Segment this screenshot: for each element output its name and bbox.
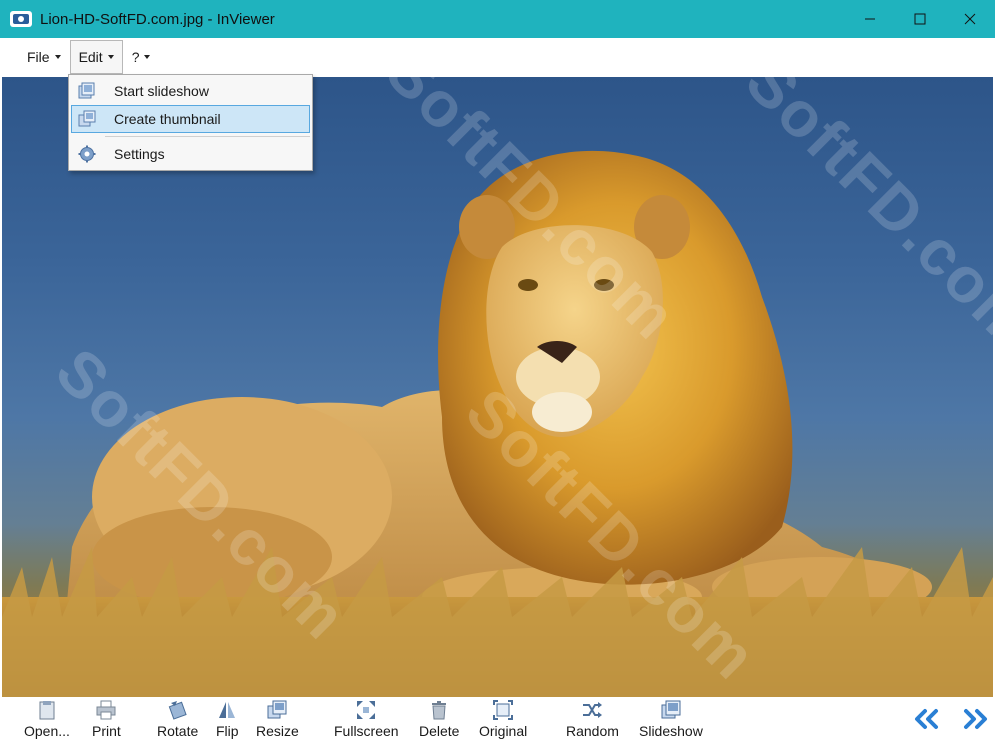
app-icon <box>10 11 32 27</box>
menu-edit[interactable]: Edit <box>69 40 123 74</box>
original-size-icon <box>493 700 514 720</box>
print-label: Print <box>92 723 121 739</box>
title-bar[interactable]: Lion-HD-SoftFD.com.jpg - InViewer <box>0 0 995 38</box>
shuffle-icon <box>583 702 603 718</box>
close-icon <box>964 13 976 25</box>
print-icon <box>96 700 116 720</box>
menu-edit-label: Edit <box>78 49 103 65</box>
delete-label: Delete <box>419 723 460 739</box>
trash-icon <box>432 701 447 720</box>
fullscreen-button[interactable]: Fullscreen <box>334 699 399 739</box>
menu-bar: File Edit ? <box>0 38 995 76</box>
next-icon <box>964 709 987 729</box>
edit-dropdown-menu: Start slideshow Create thumbnail Setting… <box>68 74 313 171</box>
menu-file-label: File <box>27 49 50 65</box>
random-label: Random <box>566 723 619 739</box>
menu-item-create-thumbnail[interactable]: Create thumbnail <box>71 105 310 133</box>
resize-icon <box>267 700 287 719</box>
fullscreen-label: Fullscreen <box>334 723 399 739</box>
resize-label: Resize <box>256 723 299 739</box>
slideshow-icon <box>661 700 681 719</box>
original-button[interactable]: Original <box>479 699 527 739</box>
window-controls <box>845 0 995 38</box>
rotate-button[interactable]: Rotate <box>157 699 198 739</box>
menu-separator <box>105 136 310 137</box>
menu-help[interactable]: ? <box>123 40 160 74</box>
chevron-down-icon <box>144 55 151 59</box>
menu-item-label: Settings <box>114 146 165 162</box>
next-image-button[interactable] <box>960 707 990 731</box>
flip-icon <box>219 702 236 718</box>
random-button[interactable]: Random <box>566 699 619 739</box>
menu-file[interactable]: File <box>18 40 70 74</box>
slideshow-button[interactable]: Slideshow <box>639 699 703 739</box>
rotate-icon <box>168 701 187 720</box>
menu-item-start-slideshow[interactable]: Start slideshow <box>71 77 310 105</box>
menu-help-label: ? <box>131 49 140 65</box>
open-button[interactable]: Open... <box>24 699 70 739</box>
previous-image-button[interactable] <box>912 707 942 731</box>
menu-item-label: Create thumbnail <box>114 111 221 127</box>
slideshow-icon <box>76 80 98 102</box>
thumbnail-icon <box>76 108 98 130</box>
original-label: Original <box>479 723 528 739</box>
slideshow-label: Slideshow <box>639 723 703 739</box>
menu-item-settings[interactable]: Settings <box>71 140 310 168</box>
maximize-icon <box>914 13 926 25</box>
print-button[interactable]: Print <box>92 699 121 739</box>
window-title: Lion-HD-SoftFD.com.jpg - InViewer <box>40 10 275 28</box>
minimize-button[interactable] <box>845 0 895 38</box>
menu-item-label: Start slideshow <box>114 83 209 99</box>
close-button[interactable] <box>945 0 995 38</box>
fullscreen-icon <box>357 701 376 719</box>
bottom-toolbar: Open... Print Rotate Flip Resize Fullscr… <box>0 697 995 745</box>
open-icon <box>39 701 55 720</box>
minimize-icon <box>865 18 875 20</box>
flip-button[interactable]: Flip <box>216 699 239 739</box>
maximize-button[interactable] <box>895 0 945 38</box>
gear-icon <box>76 143 98 165</box>
chevron-down-icon <box>54 55 61 59</box>
previous-icon <box>915 709 938 729</box>
chevron-down-icon <box>107 55 114 59</box>
rotate-label: Rotate <box>157 723 199 739</box>
flip-label: Flip <box>216 723 239 739</box>
open-label: Open... <box>24 723 70 739</box>
delete-button[interactable]: Delete <box>419 699 459 739</box>
resize-button[interactable]: Resize <box>256 699 299 739</box>
